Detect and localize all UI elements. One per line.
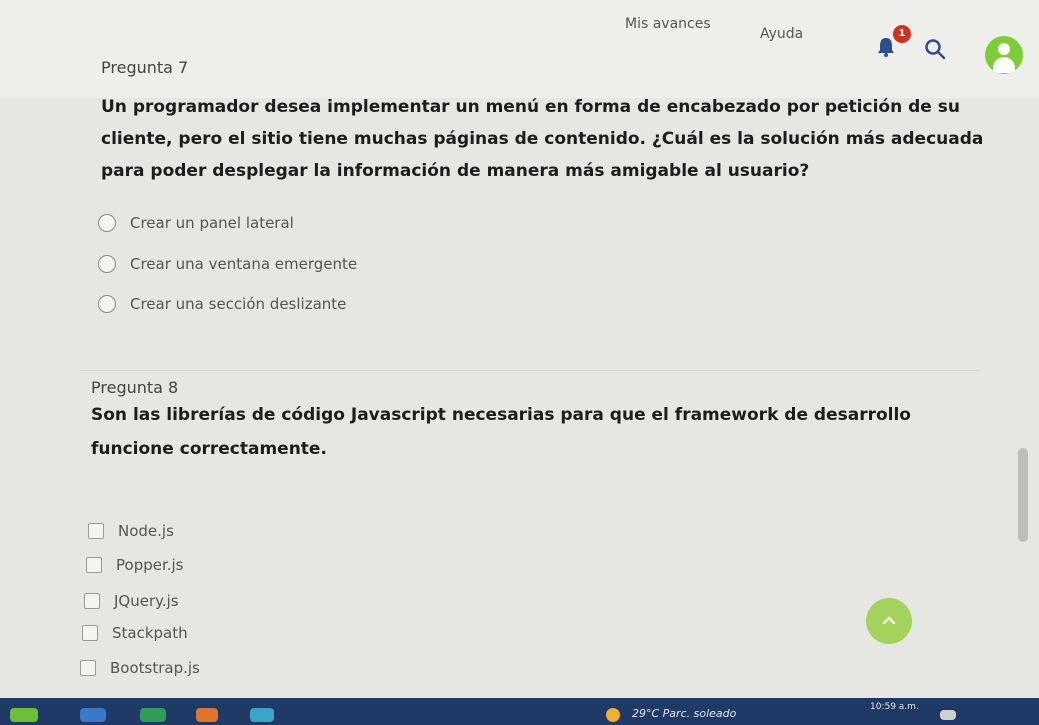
bell-icon[interactable]	[875, 36, 897, 58]
option-label: Node.js	[118, 522, 174, 540]
notification-badge: 1	[893, 25, 911, 43]
checkbox[interactable]	[88, 523, 104, 539]
option-label: Crear una ventana emergente	[130, 255, 358, 273]
option-label: Bootstrap.js	[110, 659, 200, 677]
question-7-text: Un programador desea implementar un menú…	[101, 91, 983, 187]
question-7-line: para poder desplegar la información de m…	[101, 161, 810, 181]
option-label: Crear un panel lateral	[130, 214, 294, 232]
taskbar-app-icon[interactable]	[140, 708, 166, 722]
quiz-content: Pregunta 7 Un programador desea implemen…	[0, 58, 1039, 698]
avatar-torso	[993, 57, 1015, 73]
weather-sun-icon	[606, 708, 620, 722]
question-8-line: Son las librerías de código Javascript n…	[91, 405, 911, 425]
question-7-line: cliente, pero el sitio tiene muchas pági…	[101, 129, 984, 149]
q7-option-slider[interactable]: Crear una sección deslizante	[98, 295, 346, 313]
my-progress-link[interactable]: Mis avances	[625, 16, 711, 32]
taskbar: 29°C Parc. soleado 10:59 a.m.	[0, 698, 1039, 725]
avatar-head	[998, 43, 1010, 55]
checkbox[interactable]	[80, 660, 96, 676]
taskbar-app-icon[interactable]	[10, 708, 38, 722]
checkbox[interactable]	[84, 593, 100, 609]
checkbox[interactable]	[82, 625, 98, 641]
weather-text: 29°C Parc. soleado	[632, 707, 737, 720]
notifications-icon[interactable]	[940, 710, 956, 720]
question-8-line: funcione correctamente.	[91, 439, 327, 459]
option-label: JQuery.js	[114, 592, 179, 610]
taskbar-app-icon[interactable]	[80, 708, 106, 722]
option-label: Popper.js	[116, 556, 184, 574]
taskbar-app-icon[interactable]	[250, 708, 274, 722]
user-avatar-icon[interactable]	[985, 36, 1023, 74]
option-label: Crear una sección deslizante	[130, 295, 347, 313]
checkbox[interactable]	[86, 557, 102, 573]
chevron-up-icon	[882, 616, 896, 625]
question-divider	[80, 370, 980, 371]
q8-option-node[interactable]: Node.js	[88, 522, 174, 540]
help-link[interactable]: Ayuda	[760, 26, 803, 42]
q7-option-popup[interactable]: Crear una ventana emergente	[98, 255, 357, 273]
scrollbar-thumb[interactable]	[1018, 448, 1028, 542]
taskbar-app-icon[interactable]	[196, 708, 218, 722]
radio-button[interactable]	[98, 214, 116, 232]
question-7-label: Pregunta 7	[101, 58, 189, 77]
q8-option-popper[interactable]: Popper.js	[86, 556, 184, 574]
top-navbar: Mis avances Ayuda 1	[0, 0, 1039, 99]
radio-button[interactable]	[98, 255, 116, 273]
q8-option-jquery[interactable]: JQuery.js	[84, 592, 179, 610]
question-8-text: Son las librerías de código Javascript n…	[91, 398, 911, 466]
question-8-label: Pregunta 8	[91, 378, 179, 397]
option-label: Stackpath	[112, 624, 188, 642]
q7-option-panel[interactable]: Crear un panel lateral	[98, 214, 294, 232]
q8-option-bootstrap[interactable]: Bootstrap.js	[80, 659, 200, 677]
clock-text: 10:59 a.m.	[870, 702, 919, 712]
radio-button[interactable]	[98, 295, 116, 313]
search-icon[interactable]	[924, 38, 946, 60]
q8-option-stackpath[interactable]: Stackpath	[82, 624, 188, 642]
question-7-line: Un programador desea implementar un menú…	[101, 97, 960, 117]
scroll-top-button[interactable]	[866, 598, 912, 644]
